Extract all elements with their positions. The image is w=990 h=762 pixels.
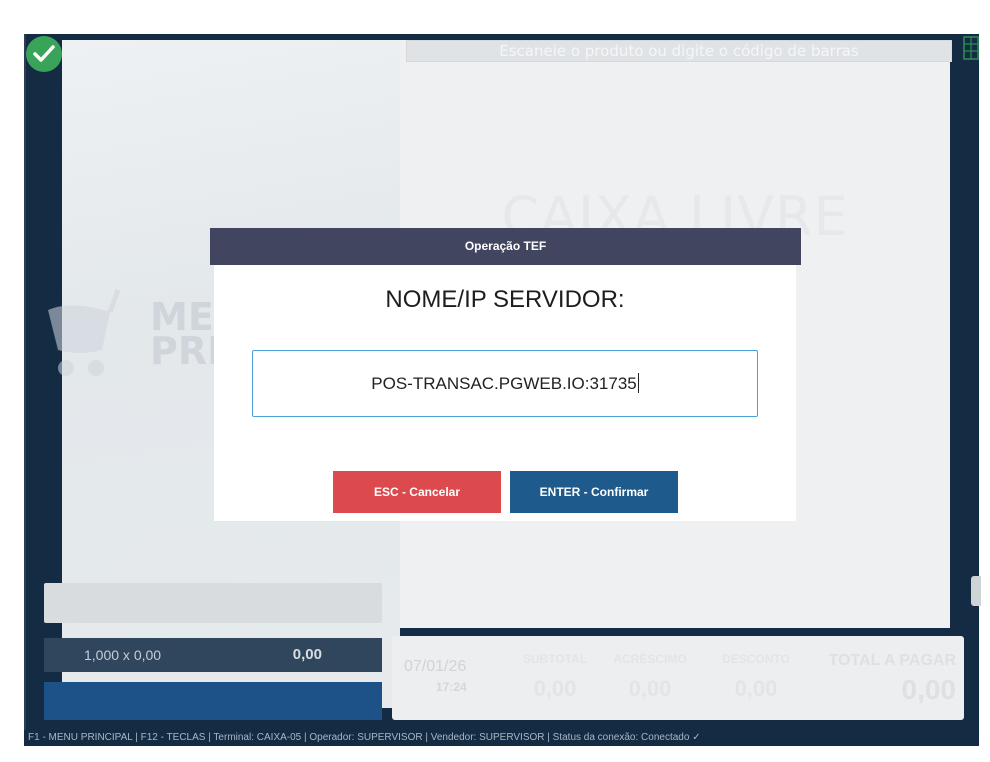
cart-logo-icon [48, 289, 120, 376]
connection-status-icon [26, 36, 62, 72]
time-text: 17:24 [436, 680, 467, 694]
product-description-field [44, 583, 382, 623]
cancel-button[interactable]: ESC - Cancelar [333, 471, 501, 513]
total-column: TOTAL A PAGAR 0,00 [808, 652, 956, 706]
status-bar: F1 - MENU PRINCIPAL | F12 - TECLAS | Ter… [24, 730, 979, 746]
server-address-input[interactable]: POS-TRANSAC.PGWEB.IO:31735 [252, 350, 758, 417]
acrescimo-value: 0,00 [628, 676, 672, 701]
total-value: 0,00 [901, 674, 957, 705]
modal-title: NOME/IP SERVIDOR: [385, 286, 625, 313]
barcode-input[interactable]: Escaneie o produto ou digite o código de… [406, 40, 952, 62]
acrescimo-column: ACRÉSCIMO 0,00 [600, 652, 700, 702]
left-action-bar [44, 682, 382, 720]
acrescimo-label: ACRÉSCIMO [613, 652, 687, 666]
desconto-value: 0,00 [734, 676, 778, 701]
desconto-column: DESCONTO 0,00 [708, 652, 804, 702]
text-cursor [637, 373, 639, 393]
quantity-row: 1,000 x 0,00 0,00 [44, 638, 382, 672]
subtotal-label: SUBTOTAL [522, 652, 588, 666]
side-tab-handle[interactable] [971, 576, 981, 606]
date-text: 07/01/26 [404, 658, 467, 675]
grid-icon[interactable] [963, 36, 979, 60]
total-label: TOTAL A PAGAR [828, 652, 956, 669]
subtotal-column: SUBTOTAL 0,00 [510, 652, 600, 702]
quantity-price-text: 1,000 x 0,00 [84, 647, 162, 663]
totals-panel: 07/01/26 17:24 SUBTOTAL 0,00 ACRÉSCIMO 0… [392, 636, 964, 720]
subtotal-value: 0,00 [533, 676, 577, 701]
server-address-value: POS-TRANSAC.PGWEB.IO:31735 [371, 374, 637, 393]
modal-header: Operação TEF [210, 228, 801, 265]
checkmark-icon [33, 45, 55, 62]
confirm-button[interactable]: ENTER - Confirmar [510, 471, 678, 513]
item-total-value: 0,00 [292, 646, 322, 663]
desconto-label: DESCONTO [722, 652, 790, 666]
